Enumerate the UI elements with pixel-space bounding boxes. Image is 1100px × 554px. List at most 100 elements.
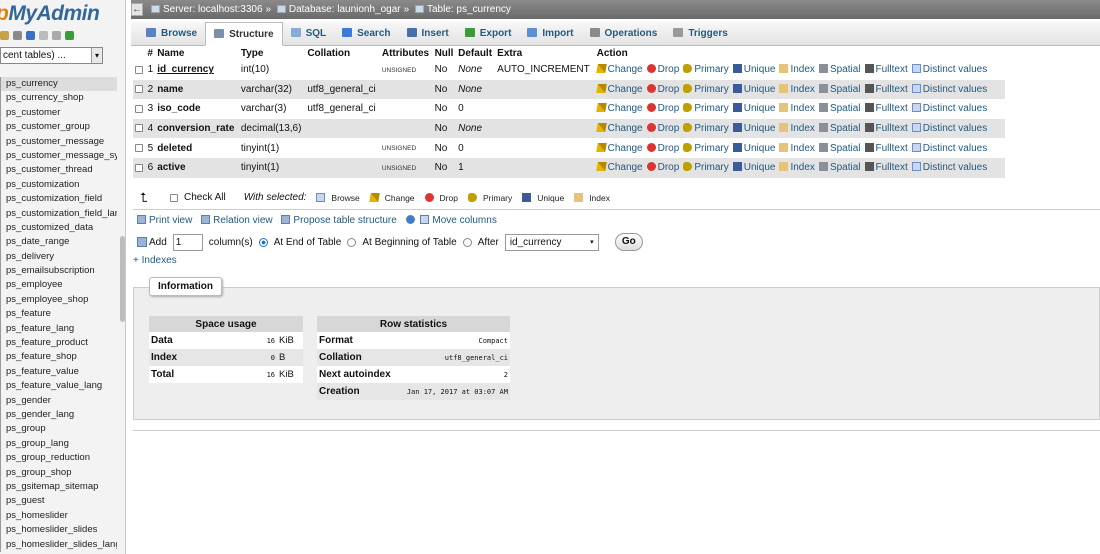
help-icon[interactable] [405, 215, 415, 224]
at-beginning-radio[interactable] [347, 237, 357, 247]
action-fulltext[interactable]: Fulltext [864, 123, 908, 134]
action-change[interactable]: Change [595, 64, 643, 75]
breadcrumb-server[interactable]: Server: localhost:3306 [163, 4, 263, 15]
sidebar-table-item[interactable]: ps_delivery [0, 249, 117, 265]
action-primary[interactable]: Primary [683, 83, 729, 95]
tab-browse[interactable]: Browse [138, 22, 205, 46]
sidebar-table-item[interactable]: ps_employee_shop [0, 292, 117, 308]
after-label[interactable]: After [478, 237, 499, 248]
action-distinct-values[interactable]: Distinct values [911, 83, 987, 95]
recent-tables-select[interactable]: cent tables) ... ▾ [0, 47, 103, 64]
action-spatial[interactable]: Spatial [818, 103, 861, 114]
sidebar-table-item[interactable]: ps_group_reduction [0, 451, 117, 466]
sidebar-table-item[interactable]: ps_currency_shop [0, 91, 117, 106]
at-beginning-label[interactable]: At Beginning of Table [362, 237, 456, 248]
phpmyadmin-logo[interactable]: pMyAdmin [0, 2, 100, 26]
action-primary[interactable]: Primary [683, 64, 729, 75]
action-fulltext[interactable]: Fulltext [864, 64, 908, 75]
action-spatial[interactable]: Spatial [818, 162, 861, 173]
action-unique[interactable]: Unique [732, 64, 775, 75]
sidebar-table-item[interactable]: ps_feature [0, 307, 117, 322]
tab-triggers[interactable]: Triggers [665, 22, 735, 46]
action-change[interactable]: Change [595, 142, 643, 154]
at-end-label[interactable]: At End of Table [274, 237, 342, 248]
action-primary[interactable]: Primary [683, 142, 729, 154]
sidebar-table-item[interactable]: ps_customized_data [0, 220, 117, 236]
indexes-toggle[interactable]: + Indexes [133, 255, 177, 266]
sidebar-table-item[interactable]: ps_customization_field_lan [0, 206, 117, 221]
sidebar-table-item[interactable]: ps_group_lang [0, 436, 117, 452]
help-icon[interactable] [26, 31, 35, 40]
action-fulltext[interactable]: Fulltext [864, 83, 908, 95]
sidebar-table-item[interactable]: ps_feature_shop [0, 350, 117, 365]
home-icon[interactable] [0, 31, 9, 40]
action-distinct-values[interactable]: Distinct values [911, 162, 987, 173]
check-all-checkbox[interactable] [170, 193, 178, 202]
sidebar-table-item[interactable]: ps_employee [0, 278, 117, 293]
action-index[interactable]: Index [779, 123, 815, 134]
tab-insert[interactable]: Insert [399, 22, 457, 46]
action-unique[interactable]: Unique [732, 162, 775, 173]
action-unique[interactable]: Unique [732, 103, 775, 114]
row-checkbox[interactable] [135, 144, 143, 153]
action-drop[interactable]: Drop [646, 142, 679, 154]
action-index[interactable]: Index [779, 103, 815, 114]
action-index[interactable]: Index [779, 83, 815, 95]
with-selected-primary[interactable]: Primary [467, 192, 512, 203]
sidebar-table-item[interactable]: ps_feature_value_lang [0, 379, 117, 394]
sidebar-table-item[interactable]: ps_emailsubscription [0, 264, 117, 279]
action-distinct-values[interactable]: Distinct values [911, 123, 987, 134]
go-button[interactable]: Go [614, 233, 643, 251]
action-drop[interactable]: Drop [646, 123, 679, 134]
action-drop[interactable]: Drop [646, 64, 679, 75]
docs-icon[interactable] [39, 31, 48, 40]
action-distinct-values[interactable]: Distinct values [911, 142, 987, 154]
after-radio[interactable] [462, 237, 472, 247]
sidebar-table-item[interactable]: ps_homeslider [0, 508, 117, 524]
column-count-input[interactable]: 1 [172, 233, 203, 251]
after-column-select[interactable]: id_currency ▾ [504, 233, 599, 251]
row-checkbox[interactable] [135, 85, 143, 94]
action-primary[interactable]: Primary [683, 123, 729, 134]
move-columns-link[interactable]: Move columns [420, 215, 497, 226]
breadcrumb-database[interactable]: Database: launionh_ogar [289, 4, 401, 15]
sidebar-table-item[interactable]: ps_customization_field [0, 192, 117, 207]
collapse-sidebar-button[interactable]: ← [131, 3, 143, 16]
sidebar-table-item[interactable]: ps_homeslider_slides_lang [0, 537, 117, 552]
action-primary[interactable]: Primary [683, 162, 729, 173]
sidebar-scrollbar[interactable] [120, 236, 125, 322]
action-fulltext[interactable]: Fulltext [864, 142, 908, 154]
action-fulltext[interactable]: Fulltext [864, 103, 908, 114]
action-index[interactable]: Index [779, 142, 815, 154]
check-all-label[interactable]: Check All [184, 192, 226, 203]
breadcrumb-table[interactable]: Table: ps_currency [427, 4, 511, 15]
with-selected-browse[interactable]: Browse [316, 192, 360, 203]
sidebar-table-item[interactable]: ps_group [0, 422, 117, 437]
action-primary[interactable]: Primary [683, 103, 729, 114]
action-drop[interactable]: Drop [646, 162, 679, 173]
propose-structure-link[interactable]: Propose table structure [281, 215, 397, 226]
action-change[interactable]: Change [595, 123, 643, 134]
action-change[interactable]: Change [595, 103, 643, 114]
tab-export[interactable]: Export [457, 22, 520, 46]
tab-sql[interactable]: SQL [283, 22, 335, 46]
logout-icon[interactable] [13, 31, 22, 40]
with-selected-index[interactable]: Index [574, 192, 610, 203]
tab-search[interactable]: Search [334, 22, 398, 46]
sidebar-table-item[interactable]: ps_customer_group [0, 120, 117, 135]
sidebar-table-item[interactable]: ps_group_shop [0, 465, 117, 480]
at-end-radio[interactable] [258, 237, 268, 247]
action-unique[interactable]: Unique [732, 142, 775, 154]
action-change[interactable]: Change [595, 162, 643, 173]
sidebar-table-item[interactable]: ps_feature_value [0, 364, 117, 380]
tab-import[interactable]: Import [519, 22, 581, 46]
row-checkbox[interactable] [135, 104, 143, 113]
action-change[interactable]: Change [595, 83, 643, 95]
sidebar-table-item[interactable]: ps_customer_thread [0, 163, 117, 178]
action-spatial[interactable]: Spatial [818, 142, 861, 154]
action-distinct-values[interactable]: Distinct values [911, 103, 987, 114]
tab-operations[interactable]: Operations [582, 22, 666, 46]
action-drop[interactable]: Drop [646, 83, 679, 95]
sidebar-table-item[interactable]: ps_customization [0, 177, 117, 193]
row-checkbox[interactable] [135, 65, 143, 74]
